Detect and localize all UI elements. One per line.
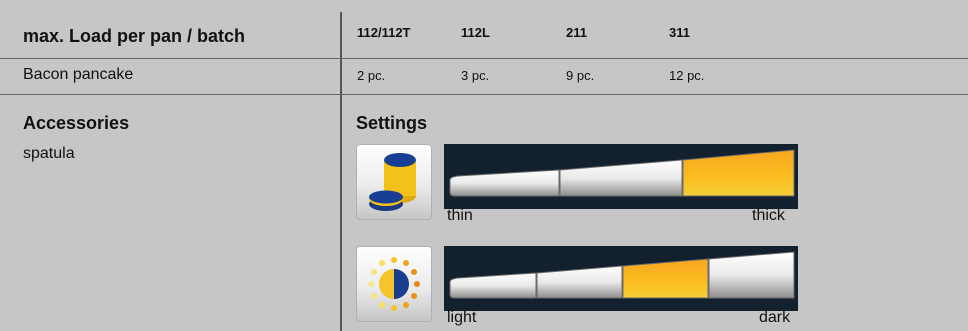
browning-max-label: dark bbox=[759, 309, 791, 326]
column-divider bbox=[340, 12, 342, 331]
model-header: 211 bbox=[566, 25, 587, 40]
load-value: 12 pc. bbox=[669, 68, 705, 83]
model-header: 112L bbox=[461, 25, 490, 40]
scale-segment-4 bbox=[708, 251, 795, 299]
accessories-title: Accessories bbox=[23, 113, 130, 133]
scale-segment-3-selected bbox=[682, 149, 795, 197]
thickness-min-label: thin bbox=[447, 207, 473, 224]
thickness-scale bbox=[444, 144, 798, 209]
scale-segment-1 bbox=[449, 272, 537, 299]
row-divider bbox=[0, 94, 968, 95]
scale-segment-3-selected bbox=[622, 258, 709, 299]
model-header: 311 bbox=[669, 25, 690, 40]
load-value: 2 pc. bbox=[357, 68, 386, 83]
browning-scale bbox=[444, 246, 798, 311]
thickness-max-label: thick bbox=[752, 207, 785, 224]
settings-title: Settings bbox=[356, 113, 428, 133]
pancake-thickness-icon bbox=[356, 144, 432, 220]
browning-min-label: light bbox=[447, 309, 477, 326]
browning-level-icon bbox=[356, 246, 432, 322]
accessory-item: spatula bbox=[23, 145, 75, 162]
scale-segment-2 bbox=[559, 159, 683, 197]
row-divider bbox=[0, 58, 968, 59]
model-header: 112/112T bbox=[357, 25, 411, 40]
load-value: 3 pc. bbox=[461, 68, 490, 83]
load-value: 9 pc. bbox=[566, 68, 595, 83]
scale-segment-2 bbox=[536, 265, 623, 299]
product-name: Bacon pancake bbox=[23, 66, 134, 83]
load-header-title: max. Load per pan / batch bbox=[23, 26, 246, 46]
scale-segment-1 bbox=[449, 169, 560, 197]
